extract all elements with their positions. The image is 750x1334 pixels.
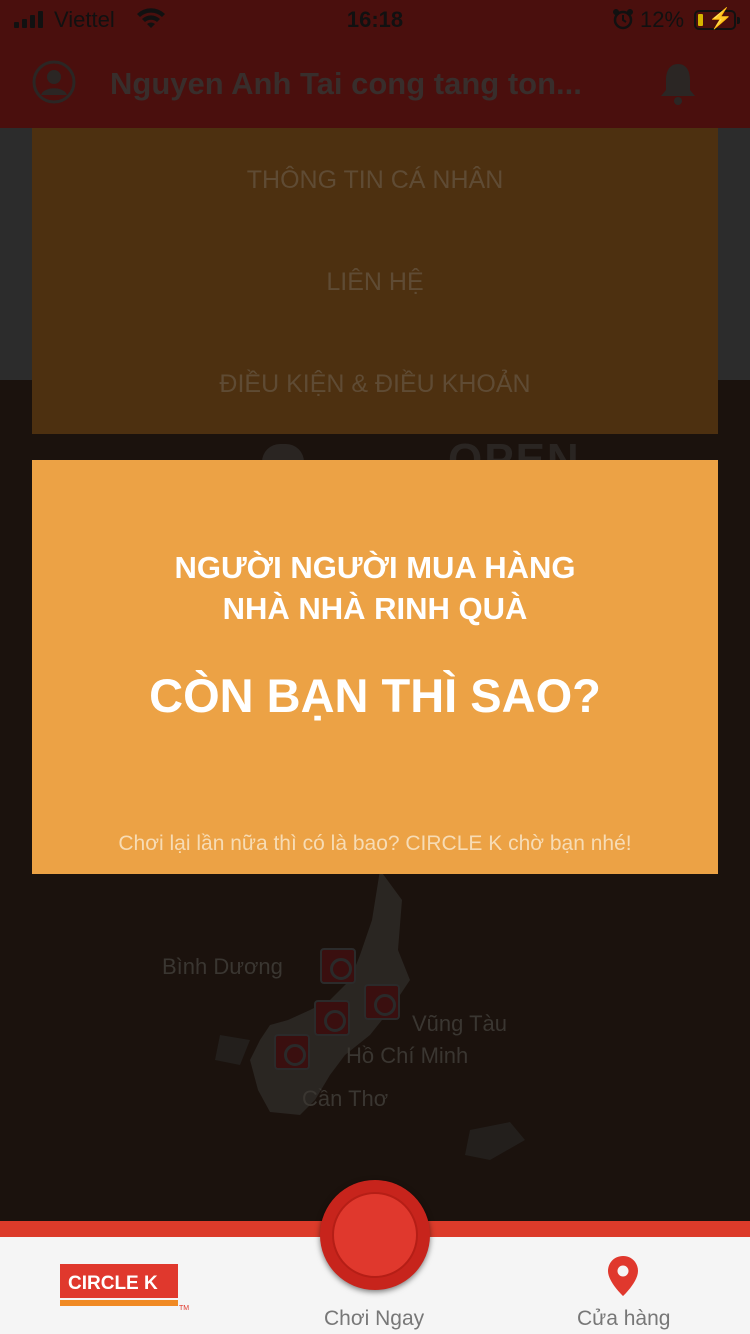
- play-now-button[interactable]: [320, 1180, 430, 1290]
- promo-footer-text: Chơi lại lần nữa thì có là bao? CIRCLE K…: [118, 832, 632, 855]
- store-marker-icon[interactable]: [364, 984, 400, 1020]
- menu-item-personal-info[interactable]: THÔNG TIN CÁ NHÂN: [32, 165, 718, 195]
- clock: 16:18: [346, 7, 404, 32]
- menu-item-terms[interactable]: ĐIỀU KIỆN & ĐIỀU KHOẢN: [32, 369, 718, 399]
- stores-tab-label[interactable]: Cửa hàng: [577, 1306, 670, 1332]
- alarm-icon: [612, 8, 634, 37]
- promo-popup[interactable]: NGƯỜI NGƯỜI MUA HÀNG NHÀ NHÀ RINH QUÀ CÒ…: [32, 460, 718, 874]
- play-now-label[interactable]: Chơi Ngay: [324, 1306, 424, 1332]
- promo-headline: CÒN BẠN THÌ SAO?: [149, 669, 601, 722]
- svg-text:TM: TM: [179, 1305, 189, 1312]
- circle-k-logo[interactable]: CIRCLE K TM: [60, 1262, 190, 1312]
- background-open-text: OPEN: [448, 440, 581, 462]
- map-pin-icon[interactable]: [605, 1254, 641, 1298]
- promo-line-1: NGƯỜI NGƯỜI MUA HÀNG: [174, 550, 576, 585]
- store-marker-icon[interactable]: [320, 948, 356, 984]
- battery-percent: 12%: [640, 7, 685, 32]
- map-label-can-tho: Cần Thơ: [302, 1086, 389, 1111]
- menu-item-contact[interactable]: LIÊN HỆ: [32, 267, 718, 297]
- header-title: Nguyen Anh Tai cong tang ton...: [110, 66, 582, 101]
- battery-charging-icon: ⚡: [694, 9, 740, 30]
- map-label-binh-duong: Bình Dương: [162, 954, 283, 979]
- status-bar: Viettel 16:18 12% ⚡: [0, 0, 750, 40]
- svg-text:CIRCLE K: CIRCLE K: [68, 1273, 158, 1294]
- dropdown-menu: THÔNG TIN CÁ NHÂN LIÊN HỆ ĐIỀU KIỆN & ĐI…: [32, 128, 718, 434]
- app-header: Nguyen Anh Tai cong tang ton...: [0, 40, 750, 128]
- map-label-vung-tau: Vũng Tàu: [412, 1011, 508, 1036]
- play-button-face: [332, 1192, 418, 1278]
- store-marker-icon[interactable]: [314, 1000, 350, 1036]
- user-avatar-icon[interactable]: [32, 60, 76, 104]
- bell-icon[interactable]: [656, 60, 700, 108]
- promo-line-2: NHÀ NHÀ RINH QUÀ: [222, 591, 528, 626]
- store-marker-icon[interactable]: [274, 1034, 310, 1070]
- map-label-ho-chi-minh: Hồ Chí Minh: [346, 1043, 469, 1068]
